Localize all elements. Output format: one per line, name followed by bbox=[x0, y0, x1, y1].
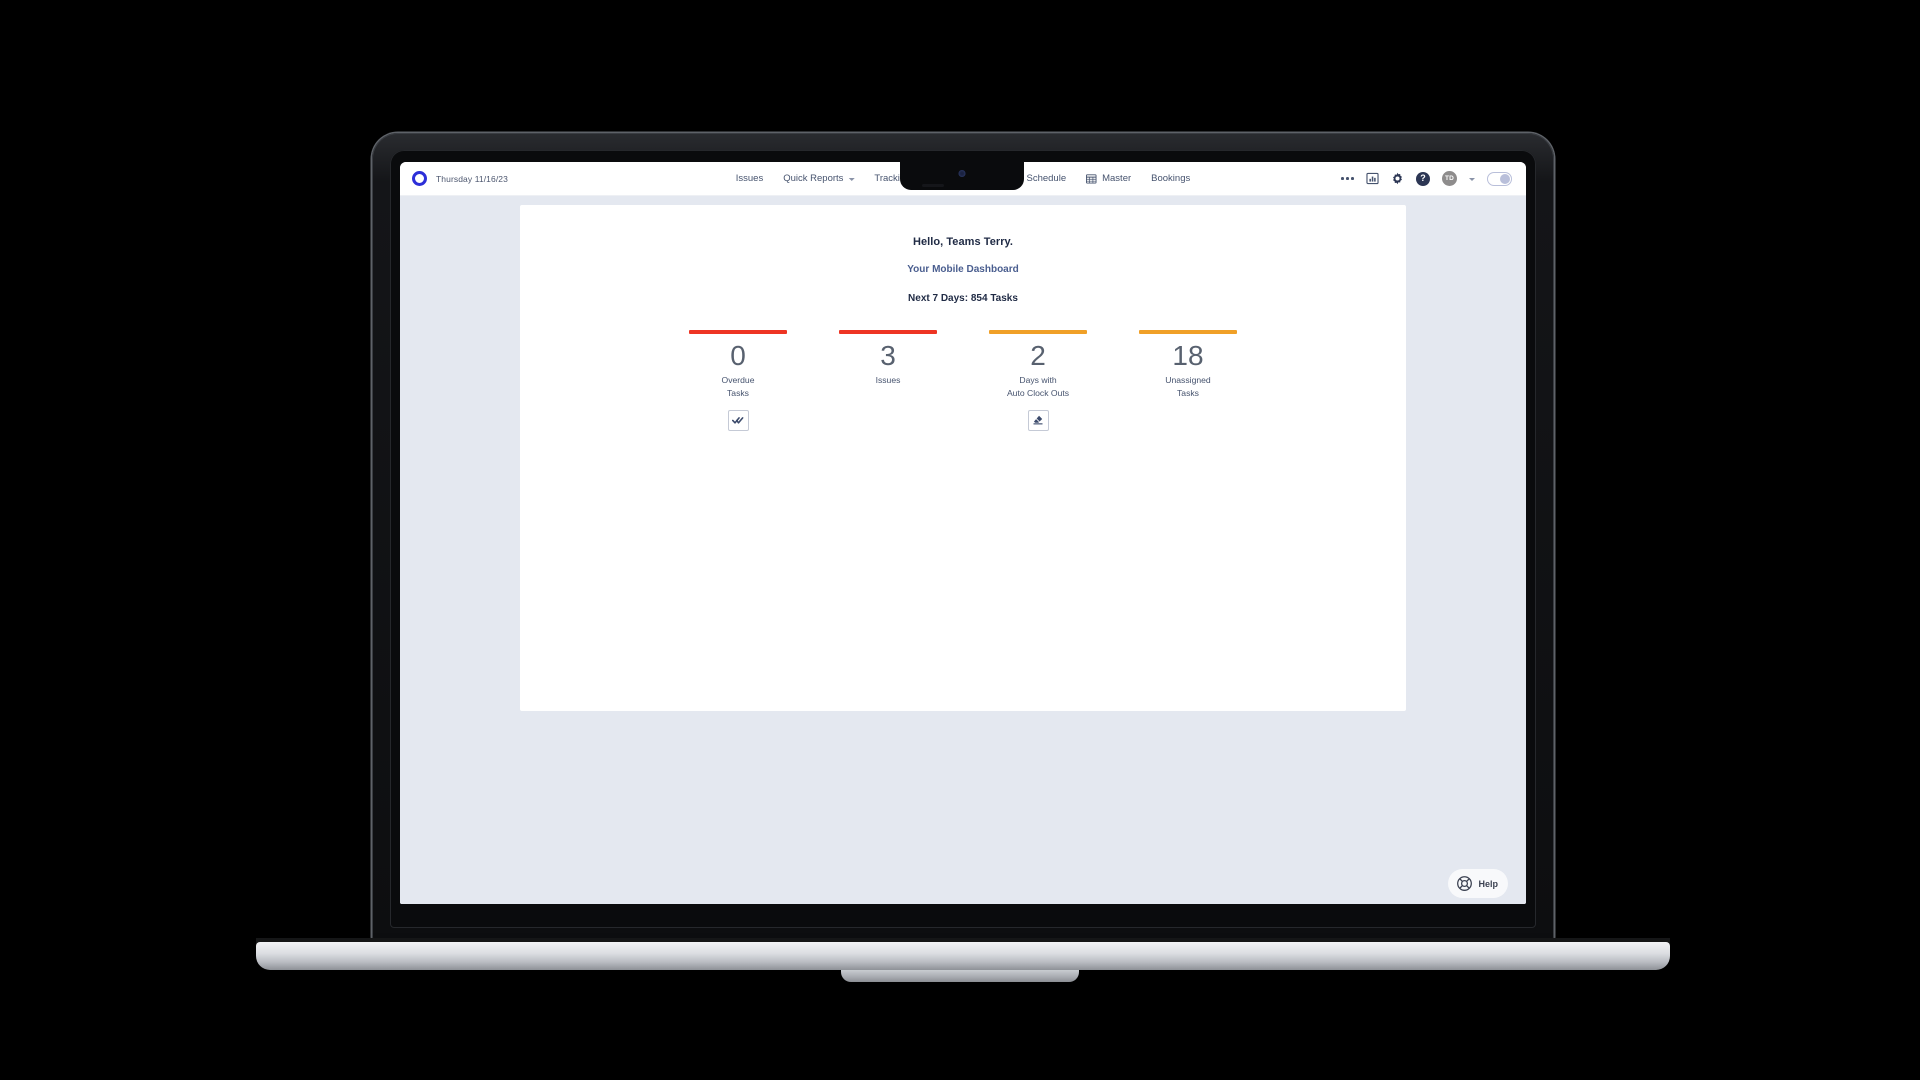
nav-item-label: Schedule bbox=[1026, 173, 1067, 184]
clear-clock-outs-button[interactable] bbox=[1027, 409, 1049, 431]
stat-value: 0 bbox=[730, 340, 746, 371]
brand[interactable]: Thursday 11/16/23 bbox=[412, 171, 508, 186]
eraser-icon bbox=[1033, 416, 1043, 425]
chevron-down-icon bbox=[848, 177, 855, 181]
stat-label: Overdue Tasks bbox=[689, 374, 787, 401]
laptop-base-notch bbox=[841, 970, 1079, 982]
page-title: Hello, Teams Terry. bbox=[913, 236, 1013, 248]
help-widget-label: Help bbox=[1478, 878, 1498, 889]
nav-item-quick-reports[interactable]: Quick Reports bbox=[783, 173, 855, 184]
stat-card-overdue-tasks[interactable]: 0 Overdue Tasks bbox=[689, 330, 787, 431]
stat-label-line2: Tasks bbox=[1177, 388, 1199, 399]
display-notch bbox=[900, 160, 1024, 190]
laptop-base bbox=[256, 942, 1670, 970]
nav-item-label: Quick Reports bbox=[783, 173, 844, 184]
stat-label-line1: Issues bbox=[875, 375, 901, 386]
stat-accent-bar bbox=[1139, 330, 1237, 334]
stat-value: 2 bbox=[1030, 340, 1046, 371]
stat-label-line1: Unassigned bbox=[1165, 375, 1211, 386]
webcam-icon bbox=[958, 170, 966, 177]
dashboard-subtitle: Your Mobile Dashboard bbox=[907, 264, 1019, 275]
stat-label-line1: Days with bbox=[1019, 375, 1057, 386]
stat-card-auto-clock-outs[interactable]: 2 Days with Auto Clock Outs bbox=[989, 330, 1087, 431]
stat-accent-bar bbox=[839, 330, 937, 334]
help-glyph: ? bbox=[1420, 173, 1426, 183]
nav-item-bookings[interactable]: Bookings bbox=[1151, 173, 1190, 184]
nav-item-schedule[interactable]: Schedule bbox=[1026, 173, 1066, 184]
current-date-label: Thursday 11/16/23 bbox=[436, 173, 508, 184]
nav-actions: ? TD bbox=[1341, 171, 1512, 186]
stat-accent-bar bbox=[989, 330, 1087, 334]
stat-label: Unassigned Tasks bbox=[1139, 374, 1237, 401]
theme-toggle-switch[interactable] bbox=[1487, 171, 1512, 186]
lifebuoy-icon bbox=[1457, 876, 1473, 891]
next-seven-days-summary: Next 7 Days: 854 Tasks bbox=[908, 293, 1018, 304]
stat-label-line2: Auto Clock Outs bbox=[1006, 388, 1070, 399]
ring-logo-icon bbox=[412, 171, 427, 186]
screenshot-stage: Thursday 11/16/23 Issues Quick Reports T… bbox=[0, 0, 1920, 1080]
avatar-initials: TD bbox=[1444, 175, 1455, 182]
nav-item-label: Issues bbox=[735, 173, 764, 184]
stat-action-spacer bbox=[839, 387, 937, 417]
stat-label: Issues bbox=[839, 374, 937, 387]
stat-card-issues[interactable]: 3 Issues bbox=[839, 330, 937, 431]
stat-action-spacer bbox=[1139, 401, 1237, 431]
gear-icon[interactable] bbox=[1391, 172, 1404, 185]
stat-label-line2: Tasks bbox=[727, 388, 749, 399]
nav-item-master[interactable]: Master bbox=[1086, 173, 1131, 184]
dashboard-card: Hello, Teams Terry. Your Mobile Dashboar… bbox=[520, 205, 1406, 711]
stat-cards: 0 Overdue Tasks 3 Issues 2 Days with Aut… bbox=[520, 330, 1406, 431]
complete-tasks-button[interactable] bbox=[727, 409, 749, 431]
stat-label-line1: Overdue bbox=[721, 375, 755, 386]
nav-item-label: Bookings bbox=[1151, 173, 1191, 184]
page-body: Hello, Teams Terry. Your Mobile Dashboar… bbox=[400, 196, 1526, 904]
nav-item-issues[interactable]: Issues bbox=[736, 173, 763, 184]
stat-label: Days with Auto Clock Outs bbox=[989, 374, 1087, 401]
toggle-knob bbox=[1500, 173, 1510, 184]
bar-chart-icon[interactable] bbox=[1366, 172, 1379, 185]
nav-item-label: Master bbox=[1102, 173, 1132, 184]
double-check-icon bbox=[732, 417, 744, 424]
sensor-strip bbox=[922, 184, 944, 187]
stat-value: 18 bbox=[1172, 340, 1204, 371]
question-mark-icon[interactable]: ? bbox=[1416, 171, 1430, 186]
stat-accent-bar bbox=[689, 330, 787, 334]
ellipsis-icon[interactable] bbox=[1341, 177, 1354, 180]
stat-value: 3 bbox=[880, 340, 896, 371]
avatar[interactable]: TD bbox=[1442, 171, 1457, 186]
screen-viewport: Thursday 11/16/23 Issues Quick Reports T… bbox=[400, 162, 1526, 904]
calendar-icon bbox=[1086, 174, 1097, 184]
help-widget-button[interactable]: Help bbox=[1448, 869, 1508, 898]
chevron-down-icon[interactable] bbox=[1469, 177, 1475, 181]
stat-card-unassigned-tasks[interactable]: 18 Unassigned Tasks bbox=[1139, 330, 1237, 431]
